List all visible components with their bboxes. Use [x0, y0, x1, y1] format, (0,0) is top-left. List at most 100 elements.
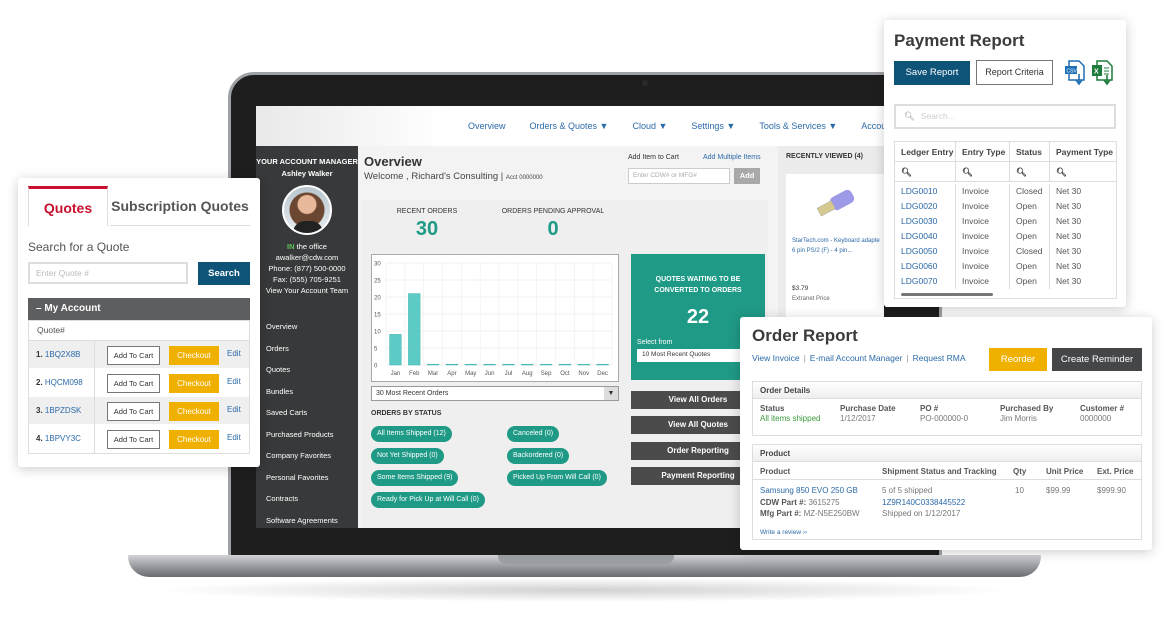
add-to-cart-button[interactable]: Add — [734, 168, 760, 184]
quote-link[interactable]: HQCM098 — [45, 378, 83, 387]
row-number: 4. — [36, 434, 43, 443]
sidebar-item-overview[interactable]: Overview — [266, 316, 358, 338]
nav-tools-services[interactable]: Tools & Services ▼ — [759, 121, 837, 131]
filter-search-icon[interactable]: 🔍︎ — [956, 162, 1010, 181]
nav-orders-quotes[interactable]: Orders & Quotes ▼ — [530, 121, 609, 131]
add-to-cart-button[interactable]: Add To Cart — [107, 430, 160, 449]
column-header-entry-type[interactable]: Entry Type — [956, 142, 1010, 161]
csv-download-icon[interactable]: CSV — [1064, 60, 1086, 86]
nav-settings[interactable]: Settings ▼ — [691, 121, 735, 131]
add-to-cart-button[interactable]: Add To Cart — [107, 346, 160, 365]
dropdown-arrow-icon[interactable]: ▼ — [604, 387, 618, 400]
ledger-entry-link[interactable]: LDG0020 — [895, 199, 956, 214]
shipment-info: 5 of 5 shipped 1Z9R140C0338445522 Shippe… — [882, 485, 965, 520]
add-to-cart-button[interactable]: Add To Cart — [107, 402, 160, 421]
filter-search-icon[interactable]: 🔍︎ — [1050, 162, 1116, 181]
orders-chart: 0 5 10 15 20 25 30 Jan Feb Mar Apr May Jun Jul Aug Sep O… — [371, 254, 619, 382]
edit-link[interactable]: Edit — [227, 349, 241, 358]
manager-email[interactable]: awalker@cdw.com — [256, 252, 358, 263]
sidebar-item-orders[interactable]: Orders — [266, 338, 358, 360]
edit-link[interactable]: Edit — [227, 405, 241, 414]
status-pill-canceled[interactable]: Canceled (0) — [507, 426, 560, 442]
status-pill-not-shipped[interactable]: Not Yet Shipped (0) — [371, 448, 444, 464]
status-pill-all-shipped[interactable]: All Items Shipped (12) — [371, 426, 452, 442]
ledger-entry-link[interactable]: LDG0010 — [895, 184, 956, 199]
add-multiple-items-link[interactable]: Add Multiple Items — [703, 154, 761, 161]
quote-id[interactable]: 3. 1BPZDSK — [29, 397, 95, 425]
ledger-entry-link[interactable]: LDG0030 — [895, 214, 956, 229]
edit-link[interactable]: Edit — [227, 433, 241, 442]
quote-search-input[interactable]: Enter Quote # — [28, 262, 188, 284]
bar — [558, 363, 572, 366]
recently-viewed-product-link[interactable]: StarTech.com - Keyboard adapte 6 pin PS/2… — [792, 236, 880, 256]
status-pill-some-shipped[interactable]: Some Items Shipped (9) — [371, 470, 459, 486]
nav-cloud[interactable]: Cloud ▼ — [632, 121, 667, 131]
ledger-entry-link[interactable]: LDG0060 — [895, 259, 956, 274]
quote-link[interactable]: 1BPVY3C — [45, 434, 81, 443]
sidebar-item-company-favorites[interactable]: Company Favorites — [266, 445, 358, 467]
recent-orders-value[interactable]: 30 — [382, 218, 472, 241]
write-review-link[interactable]: Write a review ›› — [760, 527, 807, 539]
tab-quotes[interactable]: Quotes — [28, 186, 108, 226]
recently-viewed-item[interactable]: StarTech.com - Keyboard adapte 6 pin PS/2… — [786, 174, 884, 334]
quote-link[interactable]: 1BQ2X8B — [45, 350, 81, 359]
pending-approval-value[interactable]: 0 — [488, 218, 618, 241]
checkout-button[interactable]: Checkout — [169, 374, 219, 393]
add-to-cart-button[interactable]: Add To Cart — [107, 374, 160, 393]
ledger-entry-link[interactable]: LDG0070 — [895, 274, 956, 289]
detail-customer: Customer #0000000 — [1080, 404, 1124, 424]
sidebar-item-personal-favorites[interactable]: Personal Favorites — [266, 467, 358, 489]
checkout-button[interactable]: Checkout — [169, 346, 219, 365]
quote-link[interactable]: 1BPZDSK — [45, 406, 81, 415]
column-header-status[interactable]: Status — [1010, 142, 1050, 161]
quote-column-header: Quote# — [29, 321, 249, 341]
save-report-button[interactable]: Save Report — [894, 61, 970, 85]
edit-link[interactable]: Edit — [227, 377, 241, 386]
sidebar-item-saved-carts[interactable]: Saved Carts — [266, 402, 358, 424]
filter-search-icon[interactable]: 🔍︎ — [895, 162, 956, 181]
status-pill-picked-up[interactable]: Picked Up From Will Call (0) — [507, 470, 607, 486]
payment-report-card: Payment Report Save Report Report Criter… — [884, 20, 1126, 307]
sidebar-item-bundles[interactable]: Bundles — [266, 381, 358, 403]
quote-search-button[interactable]: Search — [198, 262, 250, 285]
tab-subscription-quotes[interactable]: Subscription Quotes — [110, 186, 250, 226]
sidebar-item-purchased-products[interactable]: Purchased Products — [266, 424, 358, 446]
product-name-link[interactable]: Samsung 850 EVO 250 GB — [760, 485, 860, 497]
sidebar-item-software-agreements[interactable]: Software Agreements — [266, 510, 358, 529]
status-cell: Open — [1010, 214, 1050, 229]
ledger-entry-link[interactable]: LDG0040 — [895, 229, 956, 244]
quote-id[interactable]: 4. 1BPVY3C — [29, 425, 95, 453]
avatar — [282, 185, 332, 235]
shipped-count: 5 of 5 shipped — [882, 486, 933, 495]
status-pill-ready-pickup[interactable]: Ready for Pick Up at Will Call (0) — [371, 492, 485, 508]
report-criteria-button[interactable]: Report Criteria — [976, 60, 1053, 85]
create-reminder-button[interactable]: Create Reminder — [1052, 348, 1142, 371]
payment-search-input[interactable]: 🔍︎ Search... — [894, 104, 1116, 129]
filter-search-icon[interactable]: 🔍︎ — [1010, 162, 1050, 181]
orders-range-select[interactable]: 30 Most Recent Orders ▼ — [371, 386, 619, 401]
nav-account-team[interactable]: Account Te — [861, 121, 884, 131]
horizontal-scrollbar[interactable] — [901, 293, 993, 296]
checkout-button[interactable]: Checkout — [169, 402, 219, 421]
tracking-link[interactable]: 1Z9R140C0338445522 — [882, 497, 965, 509]
sidebar-item-quotes[interactable]: Quotes — [266, 359, 358, 381]
column-header-ledger-entry[interactable]: Ledger Entry — [895, 142, 956, 161]
reorder-button[interactable]: Reorder — [989, 348, 1047, 371]
my-account-section-toggle[interactable]: – My Account — [28, 298, 250, 320]
column-header-payment-type[interactable]: Payment Type — [1050, 142, 1116, 161]
y-tick-label: 5 — [374, 347, 378, 353]
request-rma-link[interactable]: Request RMA — [913, 353, 966, 363]
nav-overview[interactable]: Overview — [468, 121, 506, 131]
status-pill-backordered[interactable]: Backordered (0) — [507, 448, 570, 464]
view-invoice-link[interactable]: View Invoice — [752, 353, 800, 363]
quote-id[interactable]: 1. 1BQ2X8B — [29, 341, 95, 369]
view-account-team-link[interactable]: View Your Account Team — [256, 285, 358, 296]
payment-type-cell: Net 30 — [1056, 276, 1082, 286]
quote-id[interactable]: 2. HQCM098 — [29, 369, 95, 397]
ledger-entry-link[interactable]: LDG0050 — [895, 244, 956, 259]
sidebar-item-contracts[interactable]: Contracts — [266, 488, 358, 510]
checkout-button[interactable]: Checkout — [169, 430, 219, 449]
cart-item-input[interactable]: Enter CDW# or MFG# — [628, 168, 730, 184]
excel-download-icon[interactable]: X — [1091, 60, 1113, 86]
email-account-manager-link[interactable]: E-mail Account Manager — [810, 353, 903, 363]
